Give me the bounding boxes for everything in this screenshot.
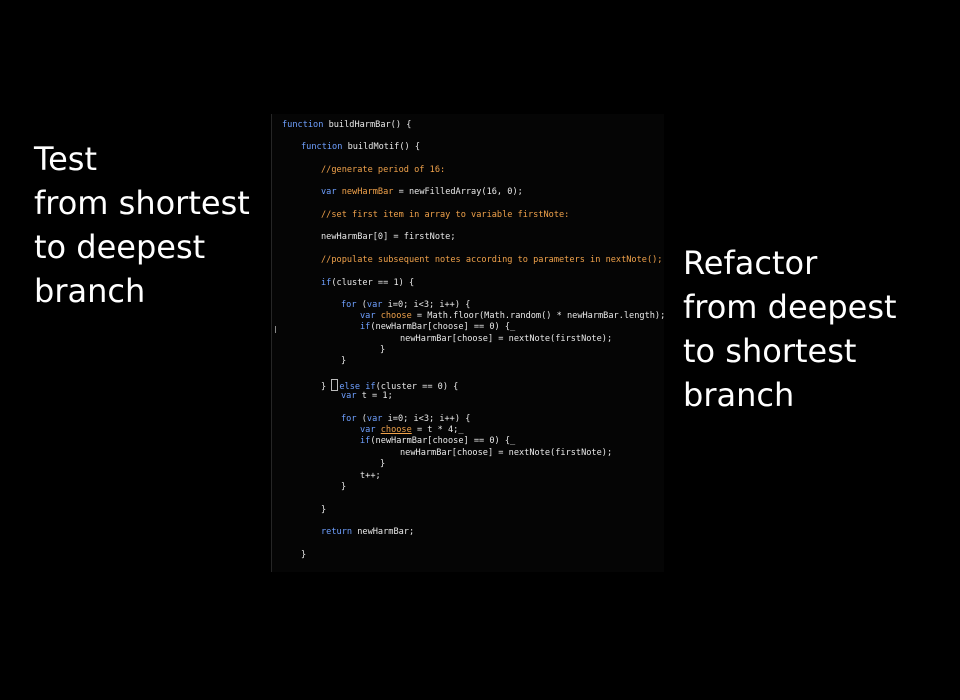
code-text: (	[356, 300, 367, 310]
code-text: t = 1;	[356, 391, 393, 401]
code-comment: //populate subsequent notes according to…	[321, 255, 663, 265]
caption-left-line: from shortest	[34, 184, 250, 222]
code-text: = t * 4;_	[411, 425, 464, 435]
code-line: }	[341, 356, 347, 366]
gutter-marker	[275, 326, 276, 333]
caption-right-line: Refactor	[683, 244, 818, 282]
code-line: var t = 1;	[341, 391, 393, 402]
code-line: newHarmBar[choose] = nextNote(firstNote)…	[400, 448, 613, 458]
code-text: i=0; i<3; i++) {	[382, 414, 471, 424]
code-line: if(newHarmBar[choose] == 0) {_	[360, 322, 515, 333]
caption-refactor-right: Refactor from deepest to shortest branch	[683, 241, 897, 417]
code-keyword: var	[360, 425, 376, 435]
code-line: var choose = Math.floor(Math.random() * …	[360, 311, 665, 322]
code-keyword: if	[360, 322, 371, 332]
code-keyword: var	[366, 414, 383, 424]
code-line: return newHarmBar;	[321, 527, 414, 538]
code-text: }	[321, 382, 332, 392]
code-line: function buildMotif() {	[301, 142, 420, 153]
code-text: (	[356, 414, 367, 424]
code-text: (cluster == 1) {	[331, 278, 415, 288]
code-text: buildHarmBar() {	[323, 120, 412, 130]
code-text: (newHarmBar[choose] == 0) {_	[370, 436, 516, 446]
code-keyword: if	[321, 278, 332, 288]
code-keyword: if	[360, 436, 371, 446]
code-keyword: var	[321, 187, 337, 197]
code-line: }	[380, 345, 386, 355]
code-line: }	[380, 459, 386, 469]
caption-left-line: Test	[34, 140, 98, 178]
code-keyword: var	[341, 391, 357, 401]
code-editor-screenshot: function buildHarmBar() { function build…	[271, 114, 665, 572]
code-text: = Math.floor(Math.random() * newHarmBar.…	[411, 311, 666, 321]
caption-right-line: from deepest	[683, 288, 897, 326]
code-line: }	[341, 482, 347, 492]
code-line: for (var i=0; i<3; i++) {	[341, 414, 470, 425]
code-keyword: var	[360, 311, 376, 321]
code-line: var newHarmBar = newFilledArray(16, 0);	[321, 187, 523, 198]
code-line: if(cluster == 1) {	[321, 278, 414, 289]
code-keyword: for	[341, 300, 357, 310]
code-keyword: var	[366, 300, 383, 310]
code-text: newHarmBar;	[352, 527, 415, 537]
code-variable: newHarmBar	[336, 187, 394, 197]
code-keyword: function	[301, 142, 343, 152]
code-line: function buildHarmBar() {	[282, 120, 411, 131]
code-variable: choose	[380, 425, 412, 435]
code-text: = newFilledArray(16, 0);	[393, 187, 523, 197]
caption-left-line: to deepest	[34, 228, 206, 266]
code-variable: choose	[375, 311, 412, 321]
code-text: i=0; i<3; i++) {	[382, 300, 471, 310]
text-cursor	[331, 379, 339, 391]
code-text: (newHarmBar[choose] == 0) {_	[370, 322, 516, 332]
caption-test-left: Test from shortest to deepest branch	[34, 137, 250, 313]
code-line: newHarmBar[0] = firstNote;	[321, 232, 456, 242]
caption-right-line: branch	[683, 376, 795, 414]
code-line: }	[321, 505, 327, 515]
code-comment: //set first item in array to variable fi…	[321, 210, 570, 220]
code-line: }	[301, 550, 307, 560]
code-line: newHarmBar[choose] = nextNote(firstNote)…	[400, 334, 613, 344]
code-line: var choose = t * 4;_	[360, 425, 464, 436]
code-comment: //generate period of 16:	[321, 165, 446, 175]
code-line: for (var i=0; i<3; i++) {	[341, 300, 470, 311]
code-text: buildMotif() {	[342, 142, 421, 152]
code-line: t++;	[360, 471, 381, 481]
caption-right-line: to shortest	[683, 332, 857, 370]
code-keyword: for	[341, 414, 357, 424]
caption-left-line: branch	[34, 272, 146, 310]
code-keyword: return	[321, 527, 353, 537]
code-keyword: function	[282, 120, 324, 130]
code-line: if(newHarmBar[choose] == 0) {_	[360, 436, 515, 447]
